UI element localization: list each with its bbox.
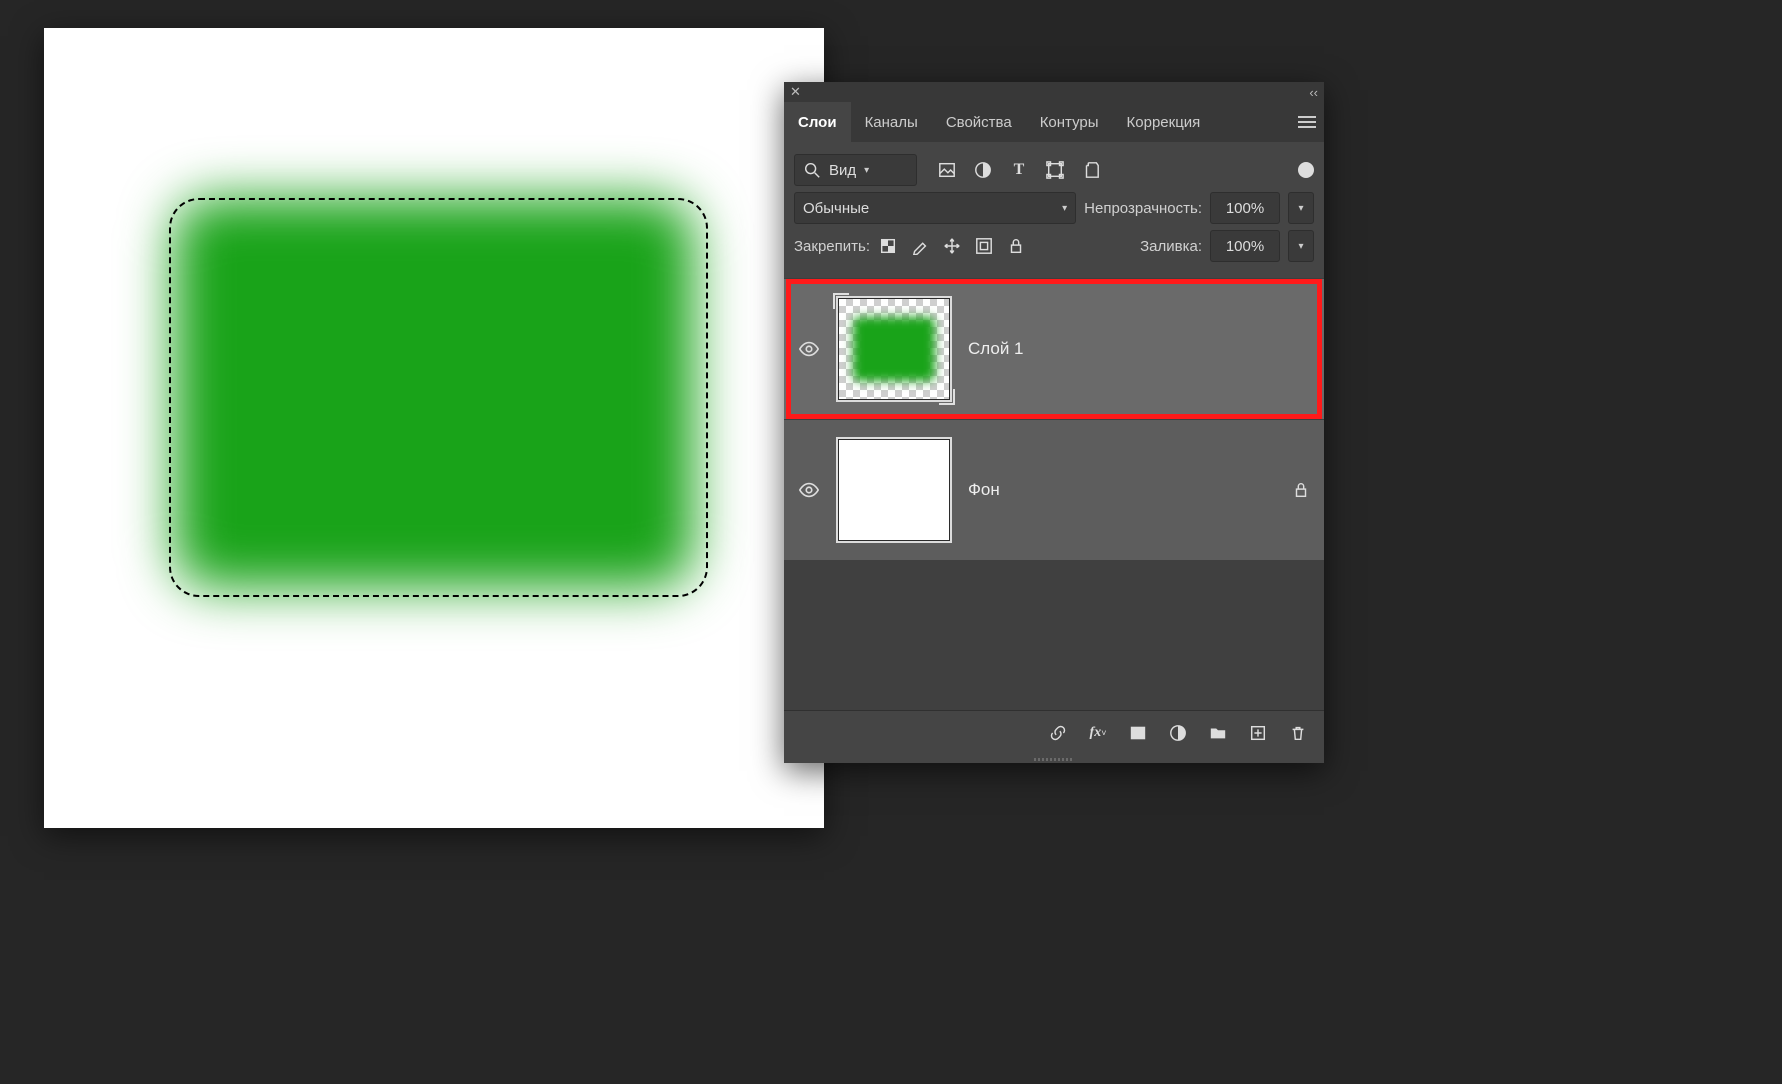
layers-list: Слой 1 Фон	[784, 278, 1324, 560]
panel-menu-icon[interactable]	[1290, 102, 1324, 142]
selection-marquee	[169, 198, 708, 597]
tab-paths-label: Контуры	[1040, 114, 1099, 131]
layer-name-label[interactable]: Слой 1	[968, 339, 1310, 359]
layer-row-layer1[interactable]: Слой 1	[784, 278, 1324, 419]
adjustment-filter-icon[interactable]	[973, 160, 993, 180]
adjustment-layer-icon[interactable]	[1168, 723, 1188, 743]
filter-type-select[interactable]: Вид ▾	[794, 154, 917, 186]
shape-filter-icon[interactable]	[1045, 160, 1065, 180]
lock-label: Закрепить:	[794, 238, 870, 255]
filter-icons: T	[937, 160, 1101, 180]
group-icon[interactable]	[1208, 723, 1228, 743]
panel-tabs: Слои Каналы Свойства Контуры Коррекция	[784, 102, 1324, 142]
collapse-panel-icon[interactable]: ‹‹	[1309, 85, 1318, 100]
text-filter-icon[interactable]: T	[1009, 160, 1029, 180]
layer-name-label[interactable]: Фон	[968, 480, 1274, 500]
smartobject-filter-icon[interactable]	[1081, 160, 1101, 180]
blend-mode-label: Обычные	[803, 200, 869, 217]
search-icon	[803, 161, 821, 179]
lock-nesting-icon[interactable]	[974, 236, 994, 256]
chevron-down-icon: ▾	[1062, 203, 1067, 214]
layers-empty-area[interactable]	[784, 560, 1324, 710]
tab-channels[interactable]: Каналы	[851, 102, 932, 142]
filter-type-label: Вид	[829, 162, 856, 179]
lock-row: Закрепить: Заливка:	[794, 230, 1314, 262]
tab-adjustments-label: Коррекция	[1127, 114, 1201, 131]
link-icon[interactable]	[1048, 723, 1068, 743]
mask-icon[interactable]	[1128, 723, 1148, 743]
visibility-toggle[interactable]	[798, 338, 820, 360]
layers-panel-footer: fx˅	[784, 710, 1324, 755]
layers-panel: ✕ ‹‹ Слои Каналы Свойства Контуры Коррек…	[784, 82, 1324, 763]
opacity-stepper[interactable]: ▾	[1288, 192, 1314, 224]
tab-properties-label: Свойства	[946, 114, 1012, 131]
lock-transparency-icon[interactable]	[878, 236, 898, 256]
tab-channels-label: Каналы	[865, 114, 918, 131]
canvas-document[interactable]	[44, 28, 824, 828]
layer-filter-row: Вид ▾ T	[794, 154, 1314, 186]
close-panel-icon[interactable]: ✕	[790, 84, 801, 100]
tab-paths[interactable]: Контуры	[1026, 102, 1113, 142]
layer-thumbnail[interactable]	[838, 439, 950, 541]
opacity-value: 100%	[1226, 200, 1264, 217]
tab-properties[interactable]: Свойства	[932, 102, 1026, 142]
lock-all-icon[interactable]	[1006, 236, 1026, 256]
layer-row-background[interactable]: Фон	[784, 419, 1324, 560]
tab-layers[interactable]: Слои	[784, 102, 851, 142]
chevron-down-icon: ▾	[864, 165, 869, 176]
fill-value-box[interactable]: 100%	[1210, 230, 1280, 262]
fill-label: Заливка:	[1140, 238, 1202, 255]
tab-layers-label: Слои	[798, 114, 837, 131]
layer-thumbnail[interactable]	[838, 298, 950, 400]
blend-mode-select[interactable]: Обычные ▾	[794, 192, 1076, 224]
lock-icon[interactable]	[1292, 481, 1310, 499]
opacity-label: Непрозрачность:	[1084, 200, 1202, 217]
lock-pixels-icon[interactable]	[910, 236, 930, 256]
lock-position-icon[interactable]	[942, 236, 962, 256]
panel-topbar: ✕ ‹‹	[784, 82, 1324, 102]
fill-value: 100%	[1226, 238, 1264, 255]
image-filter-icon[interactable]	[937, 160, 957, 180]
opacity-value-box[interactable]: 100%	[1210, 192, 1280, 224]
panel-resize-grip[interactable]	[784, 755, 1324, 763]
tab-adjustments[interactable]: Коррекция	[1113, 102, 1215, 142]
fill-stepper[interactable]: ▾	[1288, 230, 1314, 262]
fx-icon[interactable]: fx˅	[1088, 723, 1108, 743]
blend-row: Обычные ▾ Непрозрачность: 100% ▾	[794, 192, 1314, 224]
new-layer-icon[interactable]	[1248, 723, 1268, 743]
trash-icon[interactable]	[1288, 723, 1308, 743]
visibility-toggle[interactable]	[798, 479, 820, 501]
filter-toggle[interactable]	[1298, 162, 1314, 178]
